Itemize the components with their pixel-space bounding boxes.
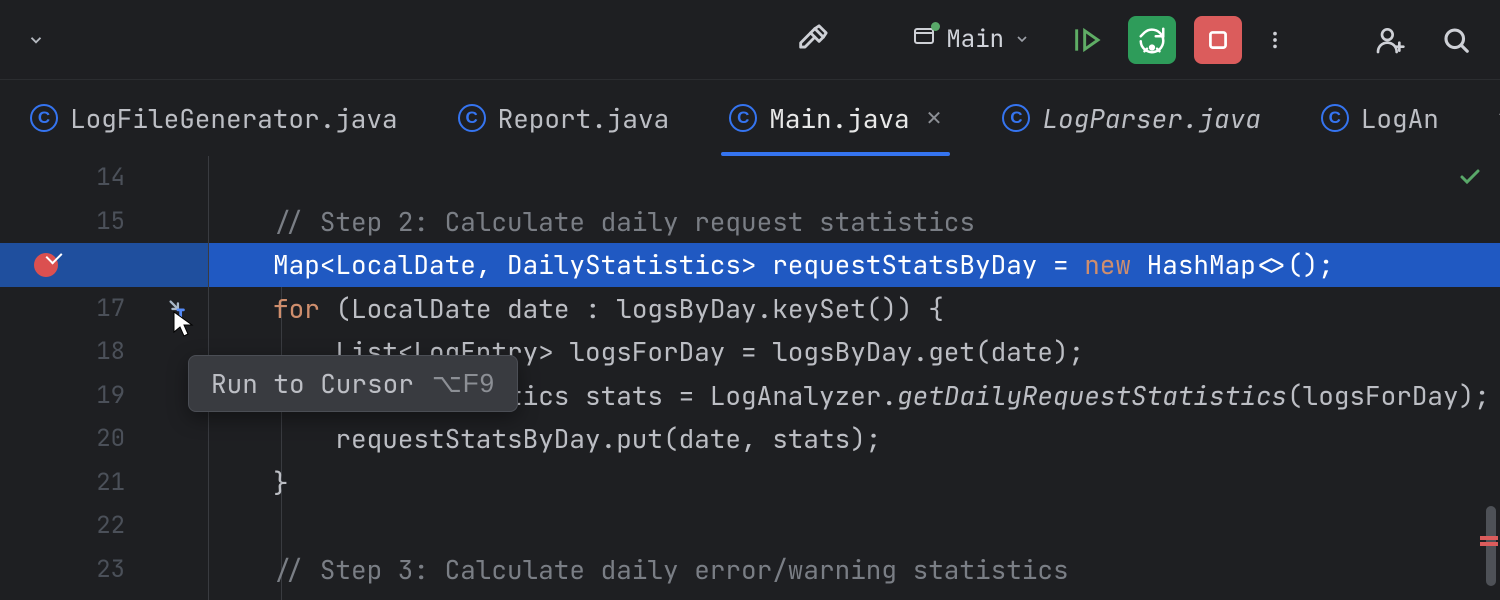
class-icon: C	[1321, 104, 1349, 132]
tab-logparser[interactable]: C LogParser.java	[972, 80, 1290, 156]
rerun-debug-button[interactable]	[1128, 16, 1176, 64]
line-number: 22	[0, 504, 145, 548]
close-tab-button[interactable]: ✕	[926, 106, 943, 131]
code-line: requestStatsByDay.put(date, stats);	[209, 417, 1500, 461]
class-icon: C	[458, 104, 486, 132]
run-to-cursor-tooltip: Run to Cursor ⌥F9	[188, 355, 518, 412]
line-number: 23	[0, 548, 145, 592]
code-line	[209, 156, 1500, 200]
editor-tabstrip: C LogFileGenerator.java C Report.java C …	[0, 80, 1500, 156]
resume-icon	[1070, 24, 1102, 56]
line-number: 17	[0, 287, 145, 331]
search-icon	[1441, 25, 1471, 55]
stop-button[interactable]	[1194, 16, 1242, 64]
tab-label: Report.java	[498, 101, 670, 136]
checkmark-icon	[1458, 165, 1482, 189]
run-to-cursor-gutter-icon[interactable]	[165, 296, 189, 320]
line-number: 14	[0, 156, 145, 200]
code-line: // Step 2: Calculate daily request stati…	[209, 200, 1500, 244]
tab-logfilegenerator[interactable]: C LogFileGenerator.java	[0, 80, 428, 156]
tooltip-shortcut: ⌥F9	[432, 368, 495, 399]
line-number: 19	[0, 374, 145, 418]
run-configuration-selector[interactable]: Main	[898, 17, 1044, 63]
application-icon	[912, 24, 936, 56]
error-stripe-marker[interactable]	[1480, 542, 1498, 546]
tab-loganalyzer-truncated[interactable]: C LogAn	[1291, 80, 1469, 156]
inspection-ok-indicator[interactable]	[1458, 162, 1482, 197]
class-icon: C	[1002, 104, 1030, 132]
stop-icon	[1205, 27, 1231, 53]
tab-report[interactable]: C Report.java	[428, 80, 700, 156]
rerun-bug-icon	[1137, 25, 1167, 55]
project-dropdown-chevron[interactable]	[20, 16, 52, 64]
code-line: for (LocalDate date : logsByDay.keySet()…	[209, 287, 1500, 331]
chevron-down-icon	[27, 31, 45, 49]
tab-label: LogFileGenerator.java	[70, 101, 398, 136]
resume-program-button[interactable]	[1062, 16, 1110, 64]
hammer-icon	[795, 23, 829, 57]
run-config-label: Main	[946, 24, 1004, 55]
error-stripe-marker[interactable]	[1480, 536, 1498, 540]
vertical-scrollbar-thumb[interactable]	[1486, 506, 1496, 586]
breakpoint-icon[interactable]	[34, 253, 58, 277]
tab-label: Main.java	[769, 101, 909, 136]
build-button[interactable]	[788, 16, 836, 64]
line-number: 20	[0, 417, 145, 461]
class-icon: C	[30, 104, 58, 132]
code-with-me-button[interactable]	[1366, 16, 1414, 64]
code-line: // Step 3: Calculate daily error/warning…	[209, 548, 1500, 592]
class-icon: C	[729, 104, 757, 132]
search-everywhere-button[interactable]	[1432, 16, 1480, 64]
tab-label: LogAn	[1361, 101, 1439, 136]
tab-main[interactable]: C Main.java ✕	[699, 80, 972, 156]
line-number: 18	[0, 330, 145, 374]
line-number-current	[0, 243, 145, 287]
chevron-down-icon	[1495, 106, 1500, 126]
tooltip-label: Run to Cursor	[211, 366, 414, 401]
line-number: 21	[0, 461, 145, 505]
more-actions-button[interactable]	[1260, 16, 1290, 64]
code-line	[209, 504, 1500, 548]
add-person-icon	[1374, 24, 1406, 56]
line-number: 15	[0, 200, 145, 244]
more-vertical-icon	[1264, 29, 1286, 51]
code-line: }	[209, 461, 1500, 505]
line-number-gutter[interactable]: 14 15 17 18 19 20 21 22 23	[0, 156, 145, 600]
main-toolbar: Main	[0, 0, 1500, 80]
tab-label: LogParser.java	[1042, 101, 1260, 136]
chevron-down-icon	[1014, 26, 1030, 54]
code-line-execution-point: Map<LocalDate, DailyStatistics> requestS…	[209, 243, 1500, 287]
tab-list-dropdown[interactable]	[1495, 106, 1500, 131]
